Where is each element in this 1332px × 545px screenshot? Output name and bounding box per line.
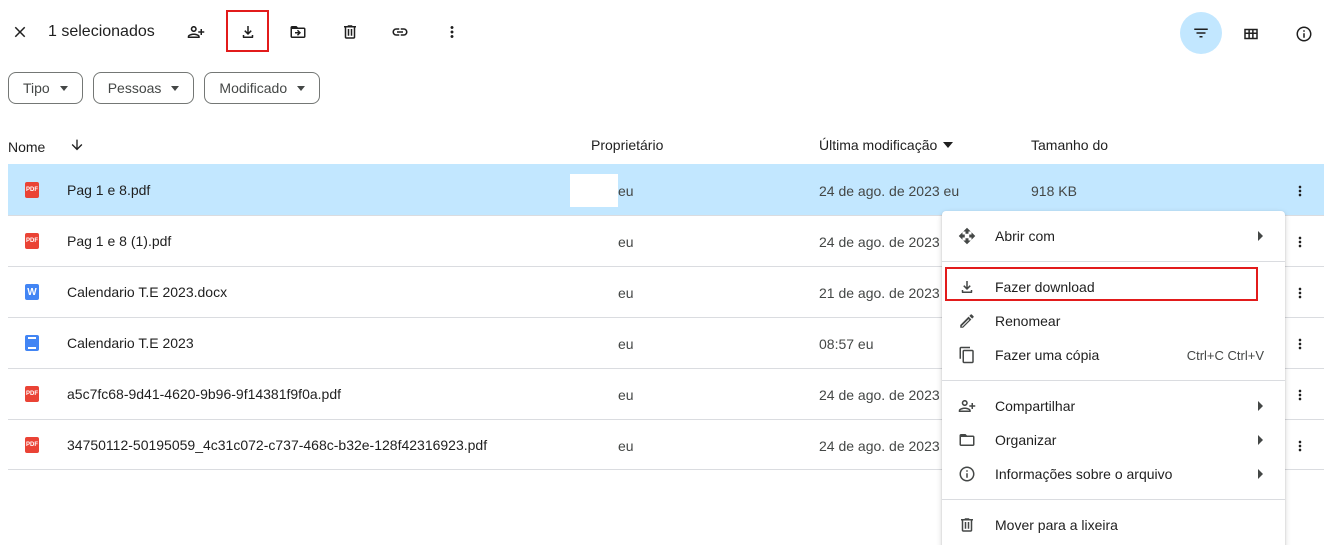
file-name: Calendario T.E 2023.docx bbox=[67, 284, 228, 300]
chip-label: Tipo bbox=[23, 80, 50, 96]
chevron-right-icon bbox=[1258, 401, 1263, 411]
menu-item-copy[interactable]: Fazer uma cópia Ctrl+C Ctrl+V bbox=[942, 338, 1285, 372]
menu-label: Renomear bbox=[995, 313, 1061, 329]
file-name: Calendario T.E 2023 bbox=[67, 335, 194, 351]
file-name: a5c7fc68-9d41-4620-9b96-9f14381f9f0a.pdf bbox=[67, 386, 341, 402]
edit-icon bbox=[958, 312, 976, 330]
chevron-right-icon bbox=[1258, 435, 1263, 445]
file-owner: eu bbox=[618, 336, 634, 352]
share-icon bbox=[958, 397, 976, 415]
file-modified: 08:57 eu bbox=[819, 336, 874, 352]
menu-label: Informações sobre o arquivo bbox=[995, 466, 1173, 482]
column-header-owner[interactable]: Proprietário bbox=[591, 137, 663, 153]
more-vert-icon[interactable] bbox=[1290, 181, 1310, 201]
filter-chip-tipo[interactable]: Tipo bbox=[8, 72, 83, 104]
move-icon[interactable] bbox=[284, 18, 312, 46]
file-owner: eu bbox=[618, 387, 634, 403]
menu-label: Fazer uma cópia bbox=[995, 347, 1100, 363]
copy-icon bbox=[958, 346, 976, 364]
pdf-icon: PDF bbox=[25, 233, 39, 249]
file-owner: eu bbox=[618, 438, 634, 454]
menu-label: Compartilhar bbox=[995, 398, 1076, 414]
chevron-right-icon bbox=[1258, 469, 1263, 479]
pdf-icon: PDF bbox=[25, 182, 39, 198]
menu-label: Mover para a lixeira bbox=[995, 517, 1118, 533]
file-size: 918 KB bbox=[1031, 183, 1077, 199]
chevron-down-icon bbox=[59, 85, 68, 91]
download-menu-highlight-box bbox=[945, 267, 1258, 301]
file-owner: eu bbox=[618, 183, 634, 199]
menu-item-rename[interactable]: Renomear bbox=[942, 304, 1285, 338]
more-vert-icon[interactable] bbox=[438, 18, 466, 46]
file-modified: 24 de ago. de 2023 eu bbox=[819, 183, 960, 199]
file-name: Pag 1 e 8.pdf bbox=[67, 182, 151, 198]
column-header-size[interactable]: Tamanho do bbox=[1031, 137, 1108, 153]
filter-icon[interactable] bbox=[1180, 12, 1222, 54]
file-name: 34750112-50195059_4c31c072-c737-468c-b32… bbox=[67, 437, 488, 453]
menu-item-share[interactable]: Compartilhar bbox=[942, 389, 1285, 423]
column-label: Nome bbox=[8, 138, 46, 155]
menu-item-organize[interactable]: Organizar bbox=[942, 423, 1285, 457]
shortcut-label: Ctrl+C Ctrl+V bbox=[1186, 347, 1264, 363]
filter-chip-modificado[interactable]: Modificado bbox=[204, 72, 321, 104]
file-name: Pag 1 e 8 (1).pdf bbox=[67, 233, 172, 249]
trash-icon[interactable] bbox=[336, 18, 364, 46]
context-menu: Abrir com Fazer download Renomear Fazer … bbox=[942, 211, 1285, 545]
column-header-name[interactable]: Nome bbox=[8, 137, 85, 156]
folder-open-icon bbox=[958, 431, 976, 449]
column-label: Proprietário bbox=[591, 137, 664, 153]
more-vert-icon[interactable] bbox=[1290, 283, 1310, 303]
pdf-icon: PDF bbox=[25, 437, 39, 453]
more-vert-icon[interactable] bbox=[1290, 385, 1310, 405]
file-row[interactable]: PDF Pag 1 e 8.pdf eu 24 de ago. de 2023 … bbox=[8, 164, 1324, 215]
google-doc-icon bbox=[25, 335, 39, 351]
close-icon[interactable] bbox=[6, 18, 34, 46]
info-icon bbox=[958, 465, 976, 483]
info-icon[interactable] bbox=[1291, 21, 1317, 47]
menu-label: Organizar bbox=[995, 432, 1057, 448]
more-vert-icon[interactable] bbox=[1290, 334, 1310, 354]
owner-avatar bbox=[570, 174, 618, 207]
chevron-right-icon bbox=[1258, 231, 1263, 241]
word-icon: W bbox=[25, 284, 39, 300]
chip-label: Pessoas bbox=[107, 80, 162, 96]
filter-chip-pessoas[interactable]: Pessoas bbox=[92, 72, 195, 104]
column-header-modified[interactable]: Última modificação bbox=[819, 137, 954, 153]
menu-divider bbox=[942, 499, 1285, 500]
file-owner: eu bbox=[618, 234, 634, 250]
column-label: Tamanho do bbox=[1031, 137, 1109, 153]
selection-toolbar: 1 selecionados bbox=[0, 0, 1332, 64]
column-label: Última modificação bbox=[819, 137, 938, 153]
column-header-row: Nome Proprietário Última modificação Tam… bbox=[0, 128, 1332, 164]
menu-divider bbox=[942, 380, 1285, 381]
download-highlight-box bbox=[226, 10, 269, 52]
pdf-icon: PDF bbox=[25, 386, 39, 402]
share-icon[interactable] bbox=[182, 18, 210, 46]
menu-item-open-with[interactable]: Abrir com bbox=[942, 219, 1285, 253]
chevron-down-icon bbox=[297, 85, 306, 91]
link-icon[interactable] bbox=[386, 18, 414, 46]
more-vert-icon[interactable] bbox=[1290, 436, 1310, 456]
menu-label: Abrir com bbox=[995, 228, 1055, 244]
file-modified: 24 de ago. de 2023 bbox=[819, 438, 940, 454]
chevron-down-icon bbox=[171, 85, 180, 91]
grid-view-icon[interactable] bbox=[1238, 21, 1264, 47]
more-vert-icon[interactable] bbox=[1290, 232, 1310, 252]
file-modified: 21 de ago. de 2023 bbox=[819, 285, 940, 301]
open-with-icon bbox=[958, 227, 976, 245]
menu-item-file-info[interactable]: Informações sobre o arquivo bbox=[942, 457, 1285, 491]
selection-count: 1 selecionados bbox=[48, 23, 155, 40]
caret-down-icon bbox=[943, 142, 954, 148]
filter-chips: Tipo Pessoas Modificado bbox=[8, 72, 321, 104]
trash-icon bbox=[958, 516, 976, 534]
file-modified: 24 de ago. de 2023 bbox=[819, 234, 940, 250]
file-owner: eu bbox=[618, 285, 634, 301]
chip-label: Modificado bbox=[219, 80, 288, 96]
menu-divider bbox=[942, 261, 1285, 262]
file-modified: 24 de ago. de 2023 bbox=[819, 387, 940, 403]
menu-item-trash[interactable]: Mover para a lixeira bbox=[942, 508, 1285, 542]
arrow-down-icon[interactable] bbox=[69, 137, 85, 156]
